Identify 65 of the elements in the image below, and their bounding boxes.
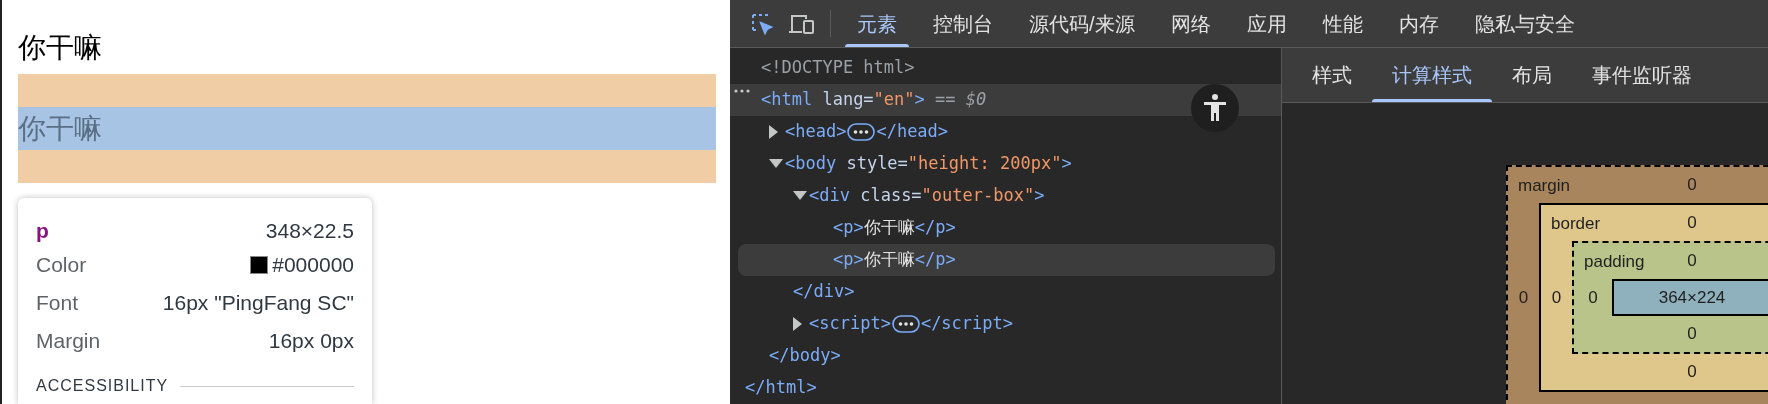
paragraph-text: 你干嘛 <box>18 112 102 145</box>
sidebar-tab[interactable]: 样式 <box>1292 48 1372 102</box>
panel-tab[interactable]: 元素 <box>839 0 915 47</box>
box-value: 0 <box>1687 250 1697 273</box>
collapsed-triangle-icon[interactable] <box>769 125 779 139</box>
sidebar-tab[interactable]: 事件监听器 <box>1572 48 1712 102</box>
property-label: Color <box>36 252 87 279</box>
person-icon <box>1203 94 1227 122</box>
dom-node[interactable]: <body style="height: 200px"> <box>785 151 1072 177</box>
box-value: 0 <box>1687 174 1697 197</box>
property-label: Font <box>36 290 79 317</box>
property-label: Margin <box>36 328 101 355</box>
box-value: 0 <box>1687 323 1697 346</box>
sidebar-tab[interactable]: 布局 <box>1492 48 1572 102</box>
dom-node[interactable]: </div> <box>793 279 855 305</box>
color-swatch <box>250 256 269 274</box>
content-box: 364×224 <box>1612 279 1768 316</box>
expanded-triangle-icon[interactable] <box>793 191 807 201</box>
panel-tab[interactable]: 源代码/来源 <box>1011 0 1153 47</box>
dom-node[interactable]: </body> <box>769 343 841 369</box>
dom-node[interactable]: <p>你干嘛</p> <box>833 247 956 273</box>
dom-row[interactable]: <head> </head> <box>730 116 1281 148</box>
dom-row[interactable]: <p>你干嘛</p> <box>730 212 1281 244</box>
dom-node[interactable]: </html> <box>745 375 817 401</box>
dom-node[interactable]: <p>你干嘛</p> <box>833 215 956 241</box>
dom-row[interactable]: <!DOCTYPE html> <box>730 52 1281 84</box>
element-size: 348×22.5 <box>265 218 354 245</box>
box-value: 0 <box>1551 286 1562 309</box>
sidebar-tab[interactable]: 计算样式 <box>1372 48 1492 102</box>
accessibility-button[interactable] <box>1191 84 1239 132</box>
panel-tab[interactable]: 隐私与安全 <box>1456 0 1593 47</box>
panel-tab[interactable]: 性能 <box>1304 0 1381 47</box>
property-value: 16px 0px <box>268 328 354 355</box>
section-heading: ACCESSIBILITY <box>36 376 169 396</box>
panel-tab[interactable]: 应用 <box>1228 0 1305 47</box>
ellipsis-badge-icon[interactable] <box>891 315 920 333</box>
ellipsis-badge-icon[interactable] <box>847 123 876 141</box>
dom-node[interactable]: <div class="outer-box"> <box>809 183 1045 209</box>
box-value: 0 <box>1588 286 1598 309</box>
box-label: border <box>1551 213 1601 235</box>
collapsed-triangle-icon[interactable] <box>793 317 803 331</box>
tag-name: p <box>36 218 49 245</box>
dom-node[interactable]: <script> </script> <box>809 311 1013 337</box>
dom-node[interactable]: <!DOCTYPE html> <box>761 55 915 81</box>
expanded-triangle-icon[interactable] <box>769 159 783 169</box>
selected-row[interactable]: <html lang="en"> == $0 <box>730 84 1281 116</box>
dom-node[interactable]: <html lang="en"> == $0 <box>761 87 987 113</box>
box-value: 0 <box>1518 286 1529 309</box>
box-value: 0 <box>1687 212 1697 235</box>
dom-row[interactable]: <div class="outer-box"> <box>730 180 1281 212</box>
inspect-icon[interactable] <box>750 11 774 36</box>
dom-row[interactable]: <script> </script> <box>730 308 1281 340</box>
box-label: margin <box>1518 175 1570 197</box>
dom-node[interactable]: <head> </head> <box>785 119 949 145</box>
property-value: 16px "PingFang SC" <box>162 290 354 317</box>
panel-tab[interactable]: 内存 <box>1380 0 1457 47</box>
property-value: #000000 <box>272 252 354 279</box>
more-icon[interactable] <box>734 89 750 93</box>
box-label: padding <box>1584 251 1645 273</box>
panel-tab[interactable]: 控制台 <box>915 0 1011 47</box>
paragraph-text: 你干嘛 <box>18 32 102 64</box>
panel-tab[interactable]: 网络 <box>1152 0 1229 47</box>
hovered-row[interactable]: <p>你干嘛</p> <box>738 244 1275 276</box>
dom-row[interactable]: <body style="height: 200px"> <box>730 148 1281 180</box>
box-value: 0 <box>1687 361 1697 384</box>
